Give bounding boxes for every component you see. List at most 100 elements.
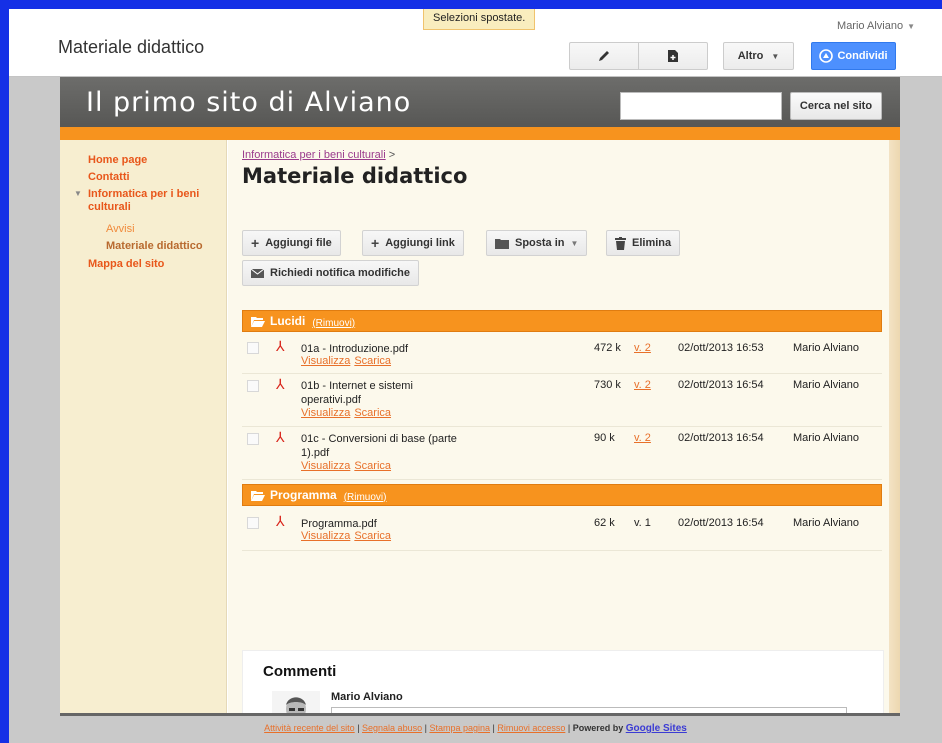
file-author: Mario Alviano: [793, 432, 860, 444]
google-sites-link[interactable]: Google Sites: [626, 723, 687, 734]
browser-frame: Materiale didattico Selezioni spostate. …: [9, 9, 942, 743]
more-menu-button[interactable]: Altro ▼: [723, 42, 794, 70]
add-link-button[interactable]: + Aggiungi link: [362, 230, 464, 256]
file-date: 02/ott/2013 16:54: [678, 517, 764, 529]
site-search-button[interactable]: Cerca nel sito: [790, 92, 882, 120]
sidebar-item-home[interactable]: Home page: [88, 154, 147, 167]
folder-name: Programma: [270, 488, 337, 502]
sidebar-item-course[interactable]: Informatica per i beni culturali: [88, 188, 213, 214]
file-name[interactable]: 01b - Internet e sistemi operativi.pdf: [301, 379, 461, 407]
triangle-down-icon[interactable]: ▼: [74, 189, 82, 198]
site-name[interactable]: Il primo sito di Alviano: [86, 87, 411, 118]
file-version-link[interactable]: v. 2: [634, 432, 651, 444]
pdf-icon: ⅄: [276, 338, 285, 354]
view-link[interactable]: Visualizza: [301, 355, 350, 367]
folder-name: Lucidi: [270, 314, 306, 328]
file-author: Mario Alviano: [793, 517, 860, 529]
file-checkbox[interactable]: [247, 433, 259, 445]
file-version-link[interactable]: v. 2: [634, 342, 651, 354]
folder-icon: [495, 238, 509, 249]
chevron-down-icon: ▼: [771, 51, 780, 61]
file-row[interactable]: ⅄ 01a - Introduzione.pdf Visualizza Scari…: [242, 337, 882, 374]
move-to-button[interactable]: Sposta in ▼: [486, 230, 588, 256]
report-abuse-link[interactable]: Segnala abuso: [362, 723, 422, 733]
file-checkbox[interactable]: [247, 380, 259, 392]
file-date: 02/ott/2013 16:54: [678, 432, 764, 444]
new-page-icon: [668, 50, 678, 62]
delete-label: Elimina: [632, 237, 672, 249]
delete-button[interactable]: Elimina: [606, 230, 681, 256]
open-folder-icon: [251, 316, 265, 327]
chevron-down-icon: ▼: [907, 22, 915, 31]
file-links: Visualizza Scarica: [301, 530, 395, 543]
site-search-input[interactable]: [620, 92, 782, 120]
notify-label: Richiedi notifica modifiche: [270, 267, 410, 279]
file-name[interactable]: 01a - Introduzione.pdf: [301, 342, 481, 356]
file-size: 90 k: [594, 432, 615, 444]
plus-icon: +: [371, 235, 380, 251]
page-title: Materiale didattico: [242, 164, 468, 188]
view-link[interactable]: Visualizza: [301, 407, 350, 419]
new-page-button[interactable]: [638, 42, 708, 70]
add-file-button[interactable]: + Aggiungi file: [242, 230, 341, 256]
remove-folder-link[interactable]: (Rimuovi): [344, 492, 387, 503]
plus-icon: +: [251, 235, 260, 251]
open-folder-icon: [251, 490, 265, 501]
remove-access-link[interactable]: Rimuovi accesso: [497, 723, 565, 733]
folder-header-programma[interactable]: Programma (Rimuovi): [242, 484, 882, 506]
pdf-icon: ⅄: [276, 429, 285, 445]
share-globe-icon: [819, 49, 834, 63]
status-notice: Selezioni spostate.: [423, 9, 536, 30]
view-link[interactable]: Visualizza: [301, 530, 350, 542]
sidebar-nav: Home page Contatti ▼ Informatica per i b…: [60, 140, 227, 713]
pdf-icon: ⅄: [276, 513, 285, 529]
breadcrumb-separator: >: [388, 149, 396, 161]
file-name[interactable]: Programma.pdf: [301, 517, 481, 531]
download-link[interactable]: Scarica: [354, 460, 391, 472]
powered-by-label: Powered by: [572, 723, 624, 733]
print-page-link[interactable]: Stampa pagina: [429, 723, 490, 733]
file-row[interactable]: ⅄ 01c - Conversioni di base (parte 1).pd…: [242, 427, 882, 480]
sidebar-item-sitemap[interactable]: Mappa del sito: [88, 258, 164, 271]
pencil-icon: [599, 51, 609, 61]
file-links: Visualizza Scarica: [301, 355, 395, 368]
file-row[interactable]: ⅄ Programma.pdf Visualizza Scarica 62 k v…: [242, 511, 882, 551]
file-row[interactable]: ⅄ 01b - Internet e sistemi operativi.pdf…: [242, 374, 882, 427]
file-checkbox[interactable]: [247, 517, 259, 529]
sidebar-item-notices[interactable]: Avvisi: [106, 223, 135, 236]
download-link[interactable]: Scarica: [354, 355, 391, 367]
user-menu[interactable]: Mario Alviano ▼: [837, 20, 915, 32]
file-checkbox[interactable]: [247, 342, 259, 354]
comment-author: Mario Alviano: [331, 691, 403, 703]
notify-changes-button[interactable]: Richiedi notifica modifiche: [242, 260, 419, 286]
file-author: Mario Alviano: [793, 342, 860, 354]
folder-header-lucidi[interactable]: Lucidi (Rimuovi): [242, 310, 882, 332]
envelope-icon: [251, 268, 264, 278]
add-file-label: Aggiungi file: [265, 237, 332, 249]
site-header: Il primo sito di Alviano Cerca nel sito: [60, 77, 900, 127]
breadcrumb-link[interactable]: Informatica per i beni culturali: [242, 149, 386, 161]
file-size: 62 k: [594, 517, 615, 529]
file-author: Mario Alviano: [793, 379, 860, 391]
top-toolbar: Materiale didattico Selezioni spostate. …: [9, 9, 942, 77]
file-name[interactable]: 01c - Conversioni di base (parte 1).pdf: [301, 432, 461, 460]
sidebar-item-contacts[interactable]: Contatti: [88, 171, 130, 184]
view-link[interactable]: Visualizza: [301, 460, 350, 472]
sidebar-item-materials[interactable]: Materiale didattico: [106, 240, 203, 253]
file-date: 02/ott/2013 16:53: [678, 342, 764, 354]
chevron-down-icon: ▼: [570, 238, 579, 248]
file-date: 02/ott/2013 16:54: [678, 379, 764, 391]
file-version-link[interactable]: v. 2: [634, 379, 651, 391]
header-divider: [60, 127, 900, 140]
download-link[interactable]: Scarica: [354, 530, 391, 542]
site-page: Il primo sito di Alviano Cerca nel sito …: [60, 77, 900, 743]
main-content: Informatica per i beni culturali > Mater…: [228, 140, 889, 743]
remove-folder-link[interactable]: (Rimuovi): [312, 318, 355, 329]
user-name: Mario Alviano: [837, 20, 904, 32]
move-to-label: Sposta in: [515, 237, 565, 249]
recent-activity-link[interactable]: Attività recente del sito: [264, 723, 355, 733]
edit-page-button[interactable]: [569, 42, 639, 70]
share-button[interactable]: Condividi: [811, 42, 896, 70]
trash-icon: [615, 236, 626, 250]
download-link[interactable]: Scarica: [354, 407, 391, 419]
